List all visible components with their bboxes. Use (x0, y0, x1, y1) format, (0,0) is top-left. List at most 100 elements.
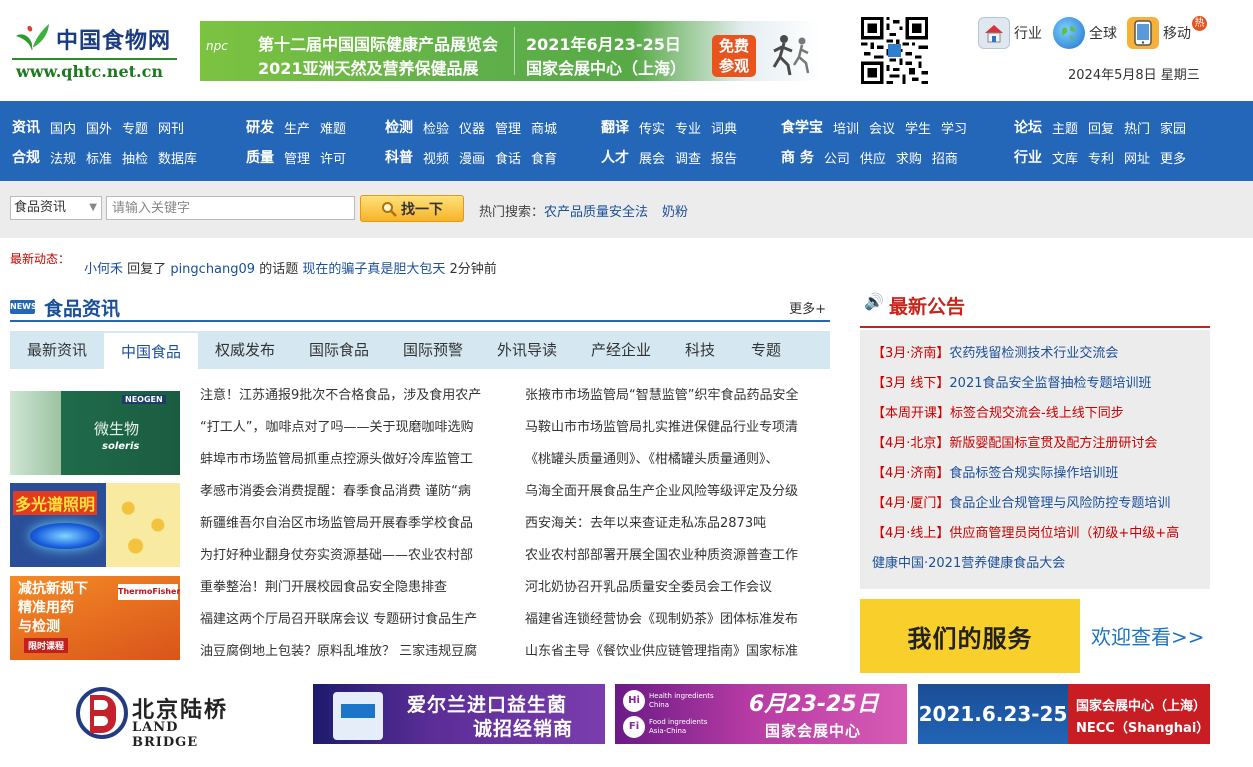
nav-heading[interactable]: 食学宝 (781, 117, 823, 137)
food-news-more-link[interactable]: 更多+ (789, 298, 826, 317)
nav-link[interactable]: 学习 (941, 118, 967, 137)
nav-link[interactable]: 漫画 (459, 148, 485, 167)
activity-target-user[interactable]: pingchang09 (170, 262, 255, 277)
our-services-button[interactable]: 我们的服务 (860, 599, 1080, 673)
nav-heading[interactable]: 人才 (601, 147, 629, 167)
site-logo[interactable]: 中国食物网 www.qhtc.net.cn (12, 18, 177, 84)
nav-link[interactable]: 供应 (860, 148, 886, 167)
tab-1[interactable]: 中国食品 (104, 331, 198, 369)
nav-heading[interactable]: 合规 (12, 147, 40, 167)
nav-link[interactable]: 传实 (639, 118, 665, 137)
top-ad-banner[interactable]: npc 第十二届中国国际健康产品展览会 2021亚洲天然及营养保健品展 2021… (200, 21, 820, 81)
nav-link[interactable]: 专题 (122, 118, 148, 137)
nav-link[interactable]: 主题 (1052, 118, 1078, 137)
nav-link[interactable]: 食话 (495, 148, 521, 167)
nav-link[interactable]: 词典 (711, 118, 737, 137)
nav-link[interactable]: 调查 (675, 148, 701, 167)
tab-7[interactable]: 科技 (668, 331, 732, 369)
thumb-antibiotic-ad[interactable]: 减抗新规下 精准用药 与检测 限时课程 ThermoFisher (10, 576, 180, 660)
news-headline[interactable]: 蚌埠市市场监管局抓重点控源头做好冷库监管工 (200, 450, 500, 470)
nav-link[interactable]: 法规 (50, 148, 76, 167)
nav-heading[interactable]: 行业 (1014, 147, 1042, 167)
nav-link[interactable]: 数据库 (158, 148, 197, 167)
probiotic-banner[interactable]: 爱尔兰进口益生菌 诚招经销商 (313, 684, 605, 744)
announcement-item[interactable]: 【本周开课】标签合规交流会-线上线下同步 (872, 404, 1124, 424)
nav-link[interactable]: 抽检 (122, 148, 148, 167)
nav-link[interactable]: 难题 (320, 118, 346, 137)
nav-link[interactable]: 公司 (824, 148, 850, 167)
tab-8[interactable]: 专题 (732, 331, 800, 369)
announcement-item[interactable]: 【4月·线上】供应商管理员岗位培训（初级+中级+高 (872, 524, 1179, 544)
news-headline[interactable]: 《桃罐头质量通则》、《柑橘罐头质量通则》、 (525, 450, 825, 470)
nav-link[interactable]: 报告 (711, 148, 737, 167)
news-headline[interactable]: 重拳整治！荆门开展校园食品安全隐患排查 (200, 578, 500, 598)
nav-heading[interactable]: 论坛 (1014, 117, 1042, 137)
top-link-industry[interactable]: 行业 (978, 16, 1042, 50)
tab-4[interactable]: 国际预警 (386, 331, 480, 369)
nav-heading[interactable]: 研发 (246, 117, 274, 137)
news-headline[interactable]: 张掖市市场监管局“智慧监管”织牢食品药品安全 (525, 386, 825, 406)
news-headline[interactable]: 马鞍山市市场监管局扎实推进保健品行业专项清 (525, 418, 825, 438)
nav-link[interactable]: 文库 (1052, 148, 1078, 167)
nav-link[interactable]: 标准 (86, 148, 112, 167)
nav-link[interactable]: 回复 (1088, 118, 1114, 137)
nav-heading[interactable]: 资讯 (12, 117, 40, 137)
announcement-item[interactable]: 【4月·厦门】食品企业合规管理与风险防控专题培训 (872, 494, 1170, 514)
announcement-item[interactable]: 【3月 线下】2021食品安全监督抽检专题培训班 (872, 374, 1152, 394)
nav-link[interactable]: 商城 (531, 118, 557, 137)
hot-keyword[interactable]: 农产品质量安全法 (544, 205, 648, 220)
nav-heading[interactable]: 质量 (246, 147, 274, 167)
nav-link[interactable]: 网址 (1124, 148, 1150, 167)
nav-link[interactable]: 专业 (675, 118, 701, 137)
news-headline[interactable]: 油豆腐倒地上包装？原料乱堆放？ 三家违规豆腐 (200, 642, 500, 662)
news-headline[interactable]: 农业农村部部署开展全国农业种质资源普查工作 (525, 546, 825, 566)
news-headline[interactable]: 福建省连锁经营协会《现制奶茶》团体标准发布 (525, 610, 825, 630)
nav-link[interactable]: 求购 (896, 148, 922, 167)
news-headline[interactable]: 乌海全面开展食品生产企业风险等级评定及分级 (525, 482, 825, 502)
search-button[interactable]: 找一下 (360, 195, 464, 222)
nav-link[interactable]: 国外 (86, 118, 112, 137)
announcement-item[interactable]: 健康中国·2021营养健康食品大会 (872, 554, 1065, 574)
nav-link[interactable]: 国内 (50, 118, 76, 137)
news-headline[interactable]: “打工人”，咖啡点对了吗——关于现磨咖啡选购 (200, 418, 500, 438)
news-headline[interactable]: 山东省主导《餐饮业供应链管理指南》国家标准 (525, 642, 825, 662)
nav-heading[interactable]: 翻译 (601, 117, 629, 137)
news-headline[interactable]: 孝感市消委会消费提醒：春季食品消费 谨防“病 (200, 482, 500, 502)
top-link-global[interactable]: 全球 (1053, 16, 1117, 50)
landbridge-banner[interactable]: 北京陆桥 LAND BRIDGE (72, 684, 242, 750)
news-headline[interactable]: 新疆维吾尔自治区市场监管局开展春季学校食品 (200, 514, 500, 534)
necc-banner[interactable]: 2021.6.23-25 国家会展中心（上海） NECC（Shanghai） (918, 684, 1210, 744)
activity-user[interactable]: 小何禾 (84, 262, 123, 277)
free-visit-button[interactable]: 免费 参观 (712, 35, 756, 77)
news-headline[interactable]: 注意！江苏通报9批次不合格食品，涉及食用农产 (200, 386, 500, 406)
thumb-multispectral-ad[interactable]: 多光谱照明 (10, 483, 180, 567)
nav-link[interactable]: 食育 (531, 148, 557, 167)
nav-link[interactable]: 视频 (423, 148, 449, 167)
nav-link[interactable]: 热门 (1124, 118, 1150, 137)
activity-topic[interactable]: 现在的骗子真是胆大包天 (302, 262, 445, 277)
top-link-mobile[interactable]: 移动 (1127, 16, 1191, 50)
services-view-link[interactable]: 欢迎查看>> (1091, 621, 1205, 650)
nav-link[interactable]: 网刊 (158, 118, 184, 137)
nav-link[interactable]: 仪器 (459, 118, 485, 137)
nav-link[interactable]: 展会 (639, 148, 665, 167)
nav-link[interactable]: 专利 (1088, 148, 1114, 167)
nav-link[interactable]: 管理 (284, 148, 310, 167)
nav-link[interactable]: 许可 (320, 148, 346, 167)
nav-link[interactable]: 生产 (284, 118, 310, 137)
tab-2[interactable]: 权威发布 (198, 331, 292, 369)
nav-heading[interactable]: 商 务 (781, 147, 814, 167)
nav-link[interactable]: 培训 (833, 118, 859, 137)
nav-heading[interactable]: 检测 (385, 117, 413, 137)
tab-5[interactable]: 外讯导读 (480, 331, 574, 369)
nav-link[interactable]: 检验 (423, 118, 449, 137)
news-headline[interactable]: 福建这两个厅局召开联席会议 专题研讨食品生产 (200, 610, 500, 630)
nav-link[interactable]: 管理 (495, 118, 521, 137)
nav-link[interactable]: 更多 (1160, 148, 1186, 167)
announcement-item[interactable]: 【4月·北京】新版婴配国标宣贯及配方注册研讨会 (872, 434, 1157, 454)
news-headline[interactable]: 为打好种业翻身仗夯实资源基础——农业农村部 (200, 546, 500, 566)
tab-3[interactable]: 国际食品 (292, 331, 386, 369)
thumb-microbiology-ad[interactable]: NEOGEN 微生物 soleris (10, 391, 180, 475)
news-headline[interactable]: 河北奶协召开乳品质量安全委员会工作会议 (525, 578, 825, 598)
announcement-item[interactable]: 【3月·济南】农药残留检测技术行业交流会 (872, 344, 1118, 364)
